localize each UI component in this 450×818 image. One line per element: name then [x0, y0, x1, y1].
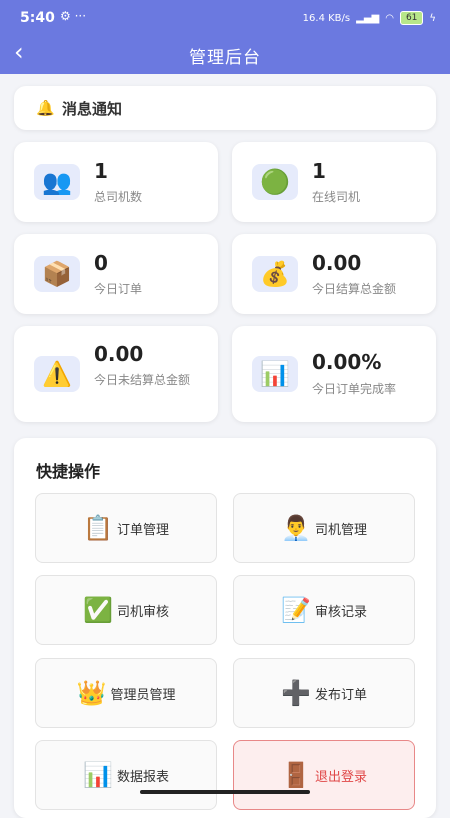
stat-label: 今日结算总金额: [312, 282, 397, 296]
status-bar: 5:40 ⚙ ··· 16.4 KB/s ▂▄▆ ◠ 61 ϟ: [0, 0, 450, 34]
quick-actions-title: 快捷操作: [36, 462, 101, 481]
quick-actions-panel: 快捷操作 📋 订单管理 👨‍💼 司机管理 ✅ 司机审核 📝 审核记录 👑 管理员…: [14, 438, 436, 818]
notification-icons: ⚙ ···: [60, 9, 87, 23]
plus-icon: ➕: [281, 679, 311, 707]
stat-label: 今日订单完成率: [312, 382, 397, 396]
stat-value: 1: [312, 159, 326, 183]
online-dot-icon: 🟢: [252, 164, 298, 200]
warning-icon: ⚠️: [34, 356, 80, 392]
notice-label: 消息通知: [62, 100, 123, 118]
stat-value: 0.00: [312, 251, 362, 275]
action-label: 司机管理: [314, 522, 367, 538]
page-title: 管理后台: [189, 48, 261, 68]
money-bag-icon: 💰: [252, 256, 298, 292]
stat-value: 0: [94, 251, 108, 275]
stat-label: 今日订单: [94, 282, 143, 296]
clipboard-icon: 📋: [83, 514, 113, 542]
bar-chart-icon: 📊: [252, 356, 298, 392]
stat-label: 今日未结算总金额: [94, 373, 191, 387]
memo-icon: 📝: [281, 596, 311, 624]
action-label: 发布订单: [314, 687, 367, 703]
home-indicator[interactable]: [140, 790, 310, 794]
check-icon: ✅: [83, 596, 113, 624]
driver-review-button[interactable]: ✅ 司机审核: [35, 575, 217, 645]
package-icon: 📦: [34, 256, 80, 292]
nav-bar: ‹ 管理后台: [0, 34, 450, 74]
notice-card[interactable]: 🔔 消息通知: [14, 86, 436, 130]
bar-chart-icon: 📊: [83, 761, 113, 789]
stat-today-unsettled: ⚠️ 0.00 今日未结算总金额: [14, 326, 218, 422]
action-label: 数据报表: [116, 769, 169, 785]
wifi-icon: ◠: [385, 12, 394, 24]
status-time: 5:40: [20, 10, 55, 26]
stat-today-orders: 📦 0 今日订单: [14, 234, 218, 314]
stat-online-drivers: 🟢 1 在线司机: [232, 142, 436, 222]
door-icon: 🚪: [281, 761, 311, 789]
action-label: 退出登录: [314, 769, 367, 785]
publish-order-button[interactable]: ➕ 发布订单: [233, 658, 415, 728]
order-management-button[interactable]: 📋 订单管理: [35, 493, 217, 563]
net-speed: 16.4 KB/s: [302, 12, 351, 24]
driver-management-button[interactable]: 👨‍💼 司机管理: [233, 493, 415, 563]
stat-value: 1: [94, 159, 108, 183]
battery-icon: 61: [399, 11, 424, 25]
action-label: 司机审核: [116, 604, 169, 620]
action-label: 管理员管理: [110, 687, 176, 703]
charging-icon: ϟ: [429, 12, 436, 24]
stat-value: 0.00%: [312, 350, 382, 374]
action-label: 订单管理: [116, 522, 169, 538]
stat-today-settled: 💰 0.00 今日结算总金额: [232, 234, 436, 314]
crown-icon: 👑: [76, 679, 107, 707]
stat-label: 在线司机: [312, 190, 361, 204]
stat-total-drivers: 👥 1 总司机数: [14, 142, 218, 222]
signal-icon: ▂▄▆: [356, 12, 380, 24]
status-indicators: 16.4 KB/s ▂▄▆ ◠ 61 ϟ: [303, 11, 436, 25]
people-icon: 👥: [34, 164, 80, 200]
review-records-button[interactable]: 📝 审核记录: [233, 575, 415, 645]
admin-management-button[interactable]: 👑 管理员管理: [35, 658, 217, 728]
action-label: 审核记录: [314, 604, 367, 620]
driver-icon: 👨‍💼: [281, 514, 311, 542]
stat-label: 总司机数: [94, 190, 143, 204]
stat-value: 0.00: [94, 342, 144, 366]
stat-completion-rate: 📊 0.00% 今日订单完成率: [232, 326, 436, 422]
bell-icon: 🔔: [36, 99, 55, 117]
